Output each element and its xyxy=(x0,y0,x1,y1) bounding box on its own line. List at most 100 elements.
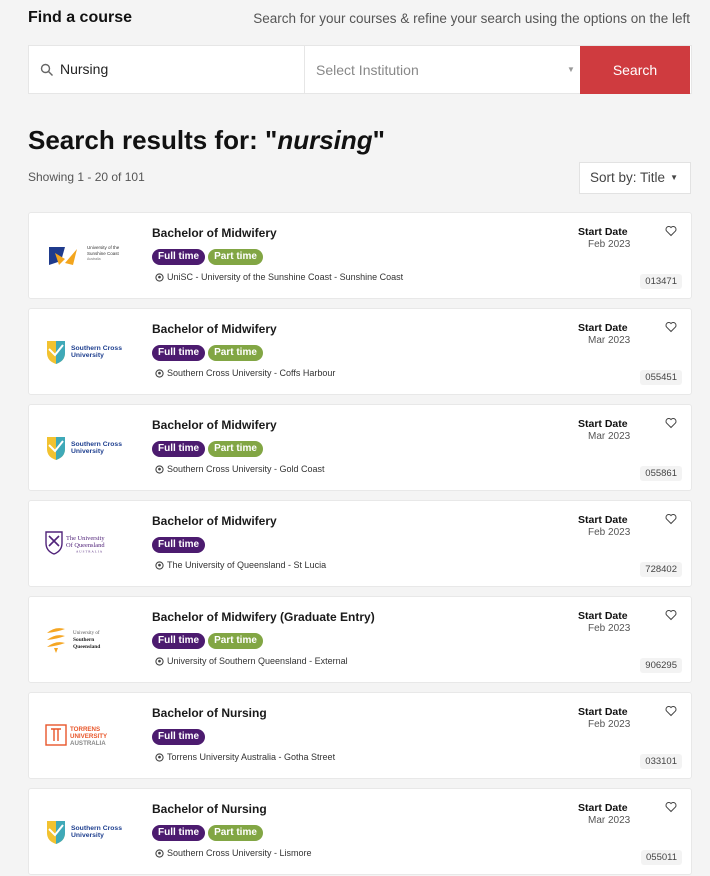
course-title[interactable]: Bachelor of Midwifery xyxy=(152,418,277,432)
sort-label: Sort by: Title xyxy=(590,170,666,185)
course-title[interactable]: Bachelor of Midwifery xyxy=(152,514,277,528)
search-input[interactable]: Nursing xyxy=(29,46,305,93)
part-time-badge: Part time xyxy=(208,249,263,265)
sort-dropdown[interactable]: Sort by: Title ▼ xyxy=(579,162,691,194)
full-time-badge: Full time xyxy=(152,825,206,841)
institution-select[interactable]: Select Institution ▼ xyxy=(305,46,581,93)
location-pin-icon xyxy=(155,464,164,474)
location-pin-icon xyxy=(155,272,164,282)
study-mode-tags: Full time Part time xyxy=(152,825,263,841)
start-date-value: Mar 2023 xyxy=(588,335,631,346)
start-date-label: Start Date xyxy=(578,706,628,718)
course-location: Southern Cross University - Gold Coast xyxy=(155,464,325,474)
course-location: Southern Cross University - Lismore xyxy=(155,848,312,858)
location-pin-icon xyxy=(155,560,164,570)
institution-logo: The University Of Queensland AUSTRALIA xyxy=(43,523,133,563)
start-date-value: Mar 2023 xyxy=(588,431,631,442)
svg-text:AUSTRALIA: AUSTRALIA xyxy=(70,740,106,747)
sort-caret-icon: ▼ xyxy=(670,173,678,182)
institution-placeholder: Select Institution xyxy=(316,62,419,78)
start-date-value: Feb 2023 xyxy=(588,623,631,634)
find-course-header: Find a course Search for your courses & … xyxy=(28,9,692,29)
course-code: 033101 xyxy=(640,754,682,769)
full-time-badge: Full time xyxy=(152,633,206,649)
full-time-badge: Full time xyxy=(152,537,206,553)
svg-text:University: University xyxy=(71,832,104,839)
institution-logo: Southern Cross University xyxy=(43,427,133,467)
svg-text:Southern Cross: Southern Cross xyxy=(71,825,122,832)
institution-logo: Southern Cross University xyxy=(43,811,133,851)
institution-logo: Southern Cross University xyxy=(43,331,133,371)
full-time-badge: Full time xyxy=(152,345,206,361)
svg-text:Southern: Southern xyxy=(73,637,94,643)
course-location: Southern Cross University - Coffs Harbou… xyxy=(155,368,335,378)
full-time-badge: Full time xyxy=(152,729,206,745)
study-mode-tags: Full time Part time xyxy=(152,633,263,649)
search-button[interactable]: Search xyxy=(580,46,690,94)
course-title[interactable]: Bachelor of Midwifery xyxy=(152,226,277,240)
dropdown-caret-icon: ▼ xyxy=(567,65,575,74)
start-date-label: Start Date xyxy=(578,802,628,814)
study-mode-tags: Full time Part time xyxy=(152,441,263,457)
part-time-badge: Part time xyxy=(208,345,263,361)
course-title[interactable]: Bachelor of Midwifery (Graduate Entry) xyxy=(152,610,375,624)
course-code: 055861 xyxy=(640,466,682,481)
svg-text:Queensland: Queensland xyxy=(73,644,100,650)
find-course-subtitle: Search for your courses & refine your se… xyxy=(253,11,690,26)
svg-text:AUSTRALIA: AUSTRALIA xyxy=(76,550,103,554)
course-code: 906295 xyxy=(640,658,682,673)
location-text: UniSC - University of the Sunshine Coast… xyxy=(167,272,404,282)
svg-text:Southern Cross: Southern Cross xyxy=(71,441,122,448)
course-card[interactable]: Southern Cross University Bachelor of Mi… xyxy=(28,404,692,491)
study-mode-tags: Full time Part time xyxy=(152,249,263,265)
start-date-label: Start Date xyxy=(578,226,628,238)
course-title[interactable]: Bachelor of Nursing xyxy=(152,706,267,720)
heart-icon[interactable] xyxy=(665,801,677,813)
heart-icon[interactable] xyxy=(665,417,677,429)
course-card[interactable]: Southern Cross University Bachelor of Nu… xyxy=(28,788,692,875)
svg-text:Sunshine Coast: Sunshine Coast xyxy=(87,251,120,256)
svg-text:Australia: Australia xyxy=(87,257,101,261)
course-code: 055451 xyxy=(640,370,682,385)
course-card[interactable]: TORRENS UNIVERSITY AUSTRALIA Bachelor of… xyxy=(28,692,692,779)
course-code: 728402 xyxy=(640,562,682,577)
heart-icon[interactable] xyxy=(665,609,677,621)
location-text: Southern Cross University - Lismore xyxy=(167,848,312,858)
location-pin-icon xyxy=(155,848,164,858)
institution-logo: TORRENS UNIVERSITY AUSTRALIA xyxy=(43,715,133,755)
svg-text:UNIVERSITY: UNIVERSITY xyxy=(70,733,108,740)
start-date-value: Mar 2023 xyxy=(588,815,631,826)
svg-text:Southern Cross: Southern Cross xyxy=(71,345,122,352)
course-title[interactable]: Bachelor of Nursing xyxy=(152,802,267,816)
course-location: Torrens University Australia - Gotha Str… xyxy=(155,752,335,762)
location-text: Southern Cross University - Coffs Harbou… xyxy=(167,368,336,378)
start-date-label: Start Date xyxy=(578,514,628,526)
search-icon xyxy=(40,63,53,76)
heart-icon[interactable] xyxy=(665,705,677,717)
course-card[interactable]: University of Southern Queensland Bachel… xyxy=(28,596,692,683)
course-location: UniSC - University of the Sunshine Coast… xyxy=(155,272,403,282)
course-card[interactable]: Southern Cross University Bachelor of Mi… xyxy=(28,308,692,395)
course-list: University of the Sunshine Coast Austral… xyxy=(28,212,692,876)
location-pin-icon xyxy=(155,752,164,762)
course-card[interactable]: University of the Sunshine Coast Austral… xyxy=(28,212,692,299)
svg-text:University of the: University of the xyxy=(87,245,120,250)
part-time-badge: Part time xyxy=(208,441,263,457)
heart-icon[interactable] xyxy=(665,225,677,237)
search-query-text: Nursing xyxy=(60,61,109,77)
results-term: nursing xyxy=(277,125,373,155)
search-bar: Nursing Select Institution ▼ Search xyxy=(28,45,692,94)
svg-text:University of: University of xyxy=(73,631,100,636)
start-date-value: Feb 2023 xyxy=(588,239,631,250)
heart-icon[interactable] xyxy=(665,513,677,525)
svg-text:The University: The University xyxy=(66,535,105,542)
course-location: The University of Queensland - St Lucia xyxy=(155,560,326,570)
heart-icon[interactable] xyxy=(665,321,677,333)
course-title[interactable]: Bachelor of Midwifery xyxy=(152,322,277,336)
study-mode-tags: Full time xyxy=(152,537,206,553)
svg-text:Of Queensland: Of Queensland xyxy=(66,542,105,549)
course-card[interactable]: The University Of Queensland AUSTRALIA B… xyxy=(28,500,692,587)
part-time-badge: Part time xyxy=(208,633,263,649)
full-time-badge: Full time xyxy=(152,249,206,265)
svg-text:TORRENS: TORRENS xyxy=(70,726,100,733)
